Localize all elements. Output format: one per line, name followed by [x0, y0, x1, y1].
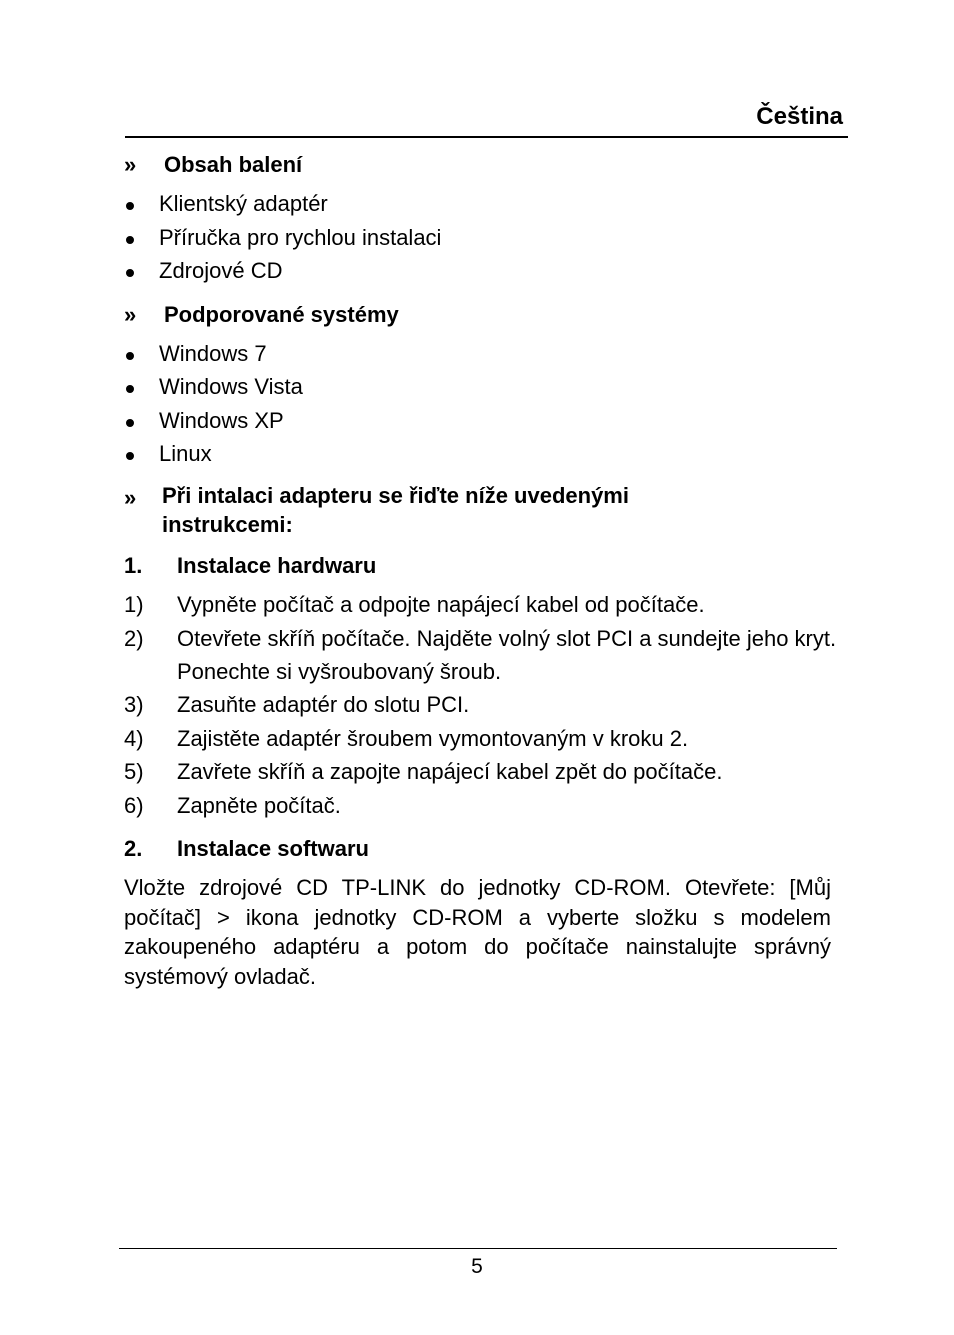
heading-title: Instalace softwaru: [177, 836, 369, 861]
section-marker: »: [124, 152, 137, 177]
step-number: 4): [124, 726, 144, 751]
section-heading-systems: » Podporované systémy: [124, 298, 399, 331]
page-number: 5: [471, 1255, 483, 1278]
header-rule: [125, 136, 848, 138]
section-marker: »: [124, 302, 137, 327]
heading-number: 1.: [124, 553, 143, 578]
step-number: 3): [124, 692, 144, 717]
section-title: Podporované systémy: [164, 302, 399, 327]
step-number: 5): [124, 759, 144, 784]
list-item-text: Windows Vista: [159, 374, 303, 399]
step-number: 6): [124, 793, 144, 818]
section-heading-package: » Obsah balení: [124, 148, 302, 181]
bullet-icon: [126, 269, 134, 277]
step-text: Zapněte počítač.: [177, 793, 341, 818]
list-item-text: Příručka pro rychlou instalaci: [159, 225, 442, 250]
section-marker: »: [124, 485, 137, 510]
list-item-text: Linux: [159, 441, 212, 466]
list-item-text: Zdrojové CD: [159, 258, 283, 283]
language-header: Čeština: [756, 103, 843, 130]
section-title: Při intalaci adapteru se řiďte níže uved…: [162, 483, 629, 537]
step-text: Otevřete skříň počítače. Najděte volný s…: [177, 626, 837, 684]
bullet-icon: [126, 352, 134, 360]
list-item-text: Windows XP: [159, 408, 284, 433]
bullet-icon: [126, 452, 134, 460]
software-paragraph: Vložte zdrojové CD TP-LINK do jednotky C…: [124, 875, 831, 989]
section-heading-instructions: » Při intalaci adapteru se řiďte níže uv…: [124, 481, 629, 537]
step-text: Zavřete skříň a zapojte napájecí kabel z…: [177, 759, 723, 784]
section-title: Obsah balení: [164, 152, 303, 177]
bullet-icon: [126, 236, 134, 244]
list-item-text: Windows 7: [159, 341, 267, 366]
bullet-icon: [126, 202, 134, 210]
step-text: Vypněte počítač a odpojte napájecí kabel…: [177, 592, 705, 617]
step-number: 1): [124, 592, 144, 617]
heading-number: 2.: [124, 836, 143, 861]
step-text: Zasuňte adaptér do slotu PCI.: [177, 692, 470, 717]
bullet-icon: [126, 419, 134, 427]
heading-title: Instalace hardwaru: [177, 553, 377, 578]
footer-rule: [119, 1248, 837, 1249]
list-item-text: Klientský adaptér: [159, 191, 328, 216]
step-text: Zajistěte adaptér šroubem vymontovaným v…: [177, 726, 689, 751]
bullet-icon: [126, 385, 134, 393]
step-number: 2): [124, 626, 144, 651]
